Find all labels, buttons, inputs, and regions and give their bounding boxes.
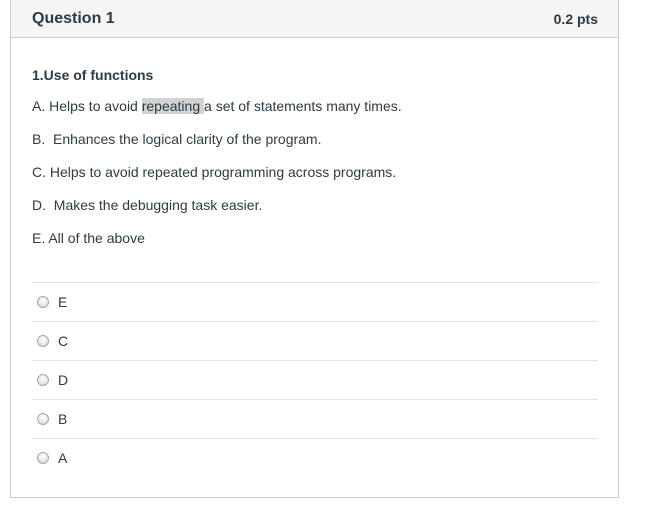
answer-option-e[interactable]: E [32, 283, 598, 322]
radio-button[interactable] [37, 452, 49, 464]
statement-e: E. All of the above [32, 230, 145, 246]
answer-option-d[interactable]: D [32, 361, 598, 400]
answer-option-c[interactable]: C [32, 322, 598, 361]
statement-c: C. Helps to avoid repeated programming a… [32, 164, 397, 180]
highlighted-text: repeating [141, 98, 205, 114]
statement-a-suffix: a set of statements many times. [204, 98, 402, 114]
question-body: 1.Use of functions A. Helps to avoid rep… [11, 67, 618, 477]
answer-option-b[interactable]: B [32, 400, 598, 439]
question-header: Question 1 0.2 pts [11, 0, 618, 38]
question-title: Question 1 [32, 9, 115, 27]
answer-label[interactable]: B [58, 411, 67, 427]
radio-button[interactable] [37, 374, 49, 386]
answer-label[interactable]: C [58, 333, 68, 349]
radio-button[interactable] [37, 335, 49, 347]
radio-button[interactable] [37, 296, 49, 308]
statement-a: A. Helps to avoid repeating a set of sta… [32, 97, 598, 116]
answer-option-a[interactable]: A [32, 439, 598, 477]
answer-label[interactable]: A [58, 450, 67, 466]
radio-button[interactable] [37, 413, 49, 425]
statement-a-prefix: A. Helps to avoid [32, 98, 142, 114]
question-heading: 1.Use of functions [32, 67, 154, 83]
question-card: Question 1 0.2 pts 1.Use of functions A.… [10, 0, 619, 498]
answer-label[interactable]: D [58, 372, 68, 388]
statement-d: D. Makes the debugging task easier. [32, 197, 263, 213]
question-points: 0.2 pts [553, 10, 598, 27]
answer-label[interactable]: E [58, 294, 67, 310]
statement-b: B. Enhances the logical clarity of the p… [32, 131, 322, 147]
answer-list: E C D B A [32, 282, 598, 477]
